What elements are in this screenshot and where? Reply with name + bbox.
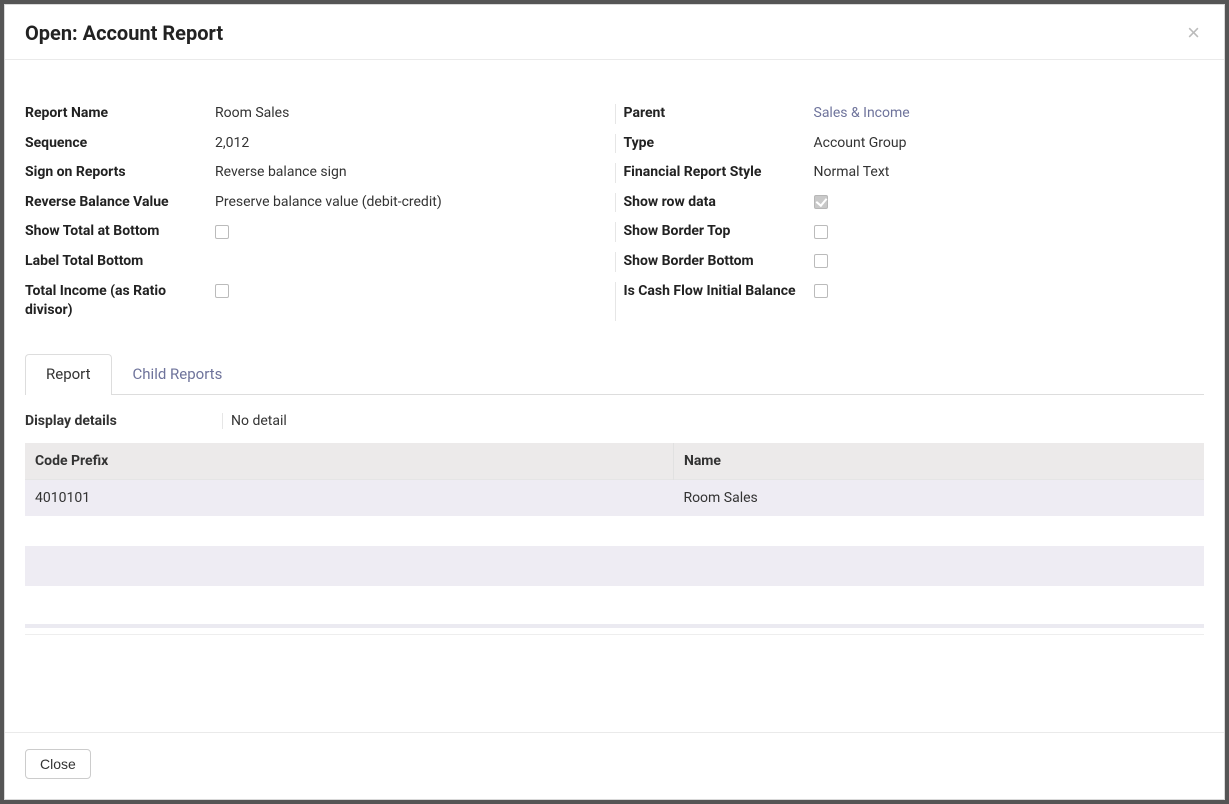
- tab-report[interactable]: Report: [25, 354, 112, 395]
- checkbox-total-income-ratio[interactable]: [215, 284, 229, 298]
- tab-bar: Report Child Reports: [25, 353, 1204, 395]
- label-reverse-balance-value: Reverse Balance Value: [25, 193, 215, 213]
- checkbox-show-row-data: [814, 195, 828, 209]
- label-display-details: Display details: [25, 413, 223, 429]
- dialog-header: Open: Account Report ×: [5, 5, 1224, 59]
- label-sequence: Sequence: [25, 134, 215, 154]
- dialog-footer: Close: [5, 733, 1224, 799]
- value-reverse-balance-value: Preserve balance value (debit-credit): [215, 193, 615, 213]
- label-report-name: Report Name: [25, 104, 215, 124]
- tab-pane-report: Display details No detail Code Prefix Na…: [25, 395, 1204, 635]
- label-parent: Parent: [624, 104, 814, 124]
- dialog-body[interactable]: Report Name Room Sales Parent Sales & In…: [5, 59, 1224, 733]
- close-button[interactable]: Close: [25, 749, 91, 779]
- value-report-name: Room Sales: [215, 104, 615, 124]
- accounts-table: Code Prefix Name 4010101 Room Sales: [25, 443, 1204, 516]
- value-financial-report-style: Normal Text: [814, 163, 1205, 183]
- empty-band: [25, 546, 1204, 586]
- label-total-income-ratio: Total Income (as Ratio divisor): [25, 282, 215, 321]
- checkbox-show-border-bottom[interactable]: [814, 254, 828, 268]
- header-code-prefix[interactable]: Code Prefix: [25, 443, 673, 480]
- label-sign-on-reports: Sign on Reports: [25, 163, 215, 183]
- value-sign-on-reports: Reverse balance sign: [215, 163, 615, 183]
- checkbox-show-total-at-bottom[interactable]: [215, 225, 229, 239]
- white-separator: [25, 634, 1204, 635]
- value-label-total-bottom: [215, 252, 615, 272]
- header-name[interactable]: Name: [673, 443, 1204, 480]
- value-sequence: 2,012: [215, 134, 615, 154]
- account-report-dialog: Open: Account Report × Report Name Room …: [4, 4, 1225, 800]
- label-type: Type: [624, 134, 814, 154]
- checkbox-show-border-top[interactable]: [814, 225, 828, 239]
- dialog-title: Open: Account Report: [25, 21, 223, 45]
- value-parent-link[interactable]: Sales & Income: [814, 104, 1205, 124]
- cell-code-prefix: 4010101: [25, 479, 673, 516]
- value-display-details: No detail: [223, 413, 1204, 429]
- checkbox-is-cash-flow-initial-balance[interactable]: [814, 284, 828, 298]
- thin-separator: [25, 624, 1204, 628]
- close-icon[interactable]: ×: [1183, 22, 1204, 44]
- value-type: Account Group: [814, 134, 1205, 154]
- form-sheet: Report Name Room Sales Parent Sales & In…: [25, 60, 1204, 331]
- table-row[interactable]: 4010101 Room Sales: [25, 479, 1204, 516]
- label-show-total-at-bottom: Show Total at Bottom: [25, 222, 215, 242]
- label-label-total-bottom: Label Total Bottom: [25, 252, 215, 272]
- tab-child-reports[interactable]: Child Reports: [112, 354, 244, 395]
- label-is-cash-flow-initial-balance: Is Cash Flow Initial Balance: [624, 282, 814, 321]
- cell-name: Room Sales: [673, 479, 1204, 516]
- label-financial-report-style: Financial Report Style: [624, 163, 814, 183]
- label-show-row-data: Show row data: [624, 193, 814, 213]
- label-show-border-bottom: Show Border Bottom: [624, 252, 814, 272]
- label-show-border-top: Show Border Top: [624, 222, 814, 242]
